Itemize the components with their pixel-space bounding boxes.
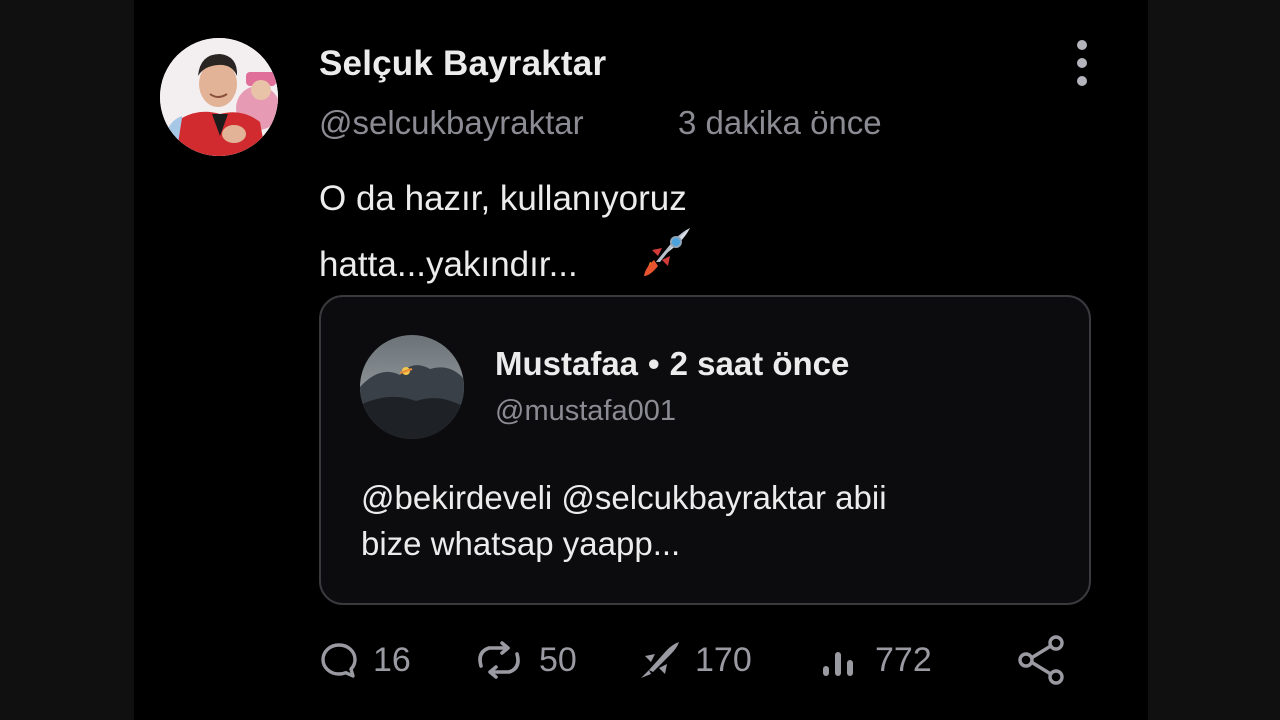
author-name[interactable]: Selçuk Bayraktar <box>319 44 606 84</box>
views-button[interactable]: 772 <box>819 632 932 688</box>
post: Selçuk Bayraktar @selcukbayraktar 3 daki… <box>134 0 1148 720</box>
more-vertical-icon-dot <box>1077 58 1087 68</box>
comment-button[interactable]: 16 <box>319 632 411 688</box>
header-separator: • <box>648 345 660 382</box>
post-timestamp: 3 dakika önce <box>678 104 882 141</box>
action-bar: 16 50 170 772 <box>319 632 1079 688</box>
quoted-author-handle[interactable]: @mustafa001 <box>495 395 676 428</box>
rocket-icon <box>641 642 679 678</box>
quoted-post-timestamp: 2 saat önce <box>669 345 850 382</box>
more-options-button[interactable] <box>1070 38 1094 90</box>
views-icon <box>823 652 853 676</box>
repost-button[interactable]: 50 <box>473 632 577 688</box>
quoted-author-avatar[interactable] <box>360 335 464 439</box>
quoted-author-name[interactable]: Mustafaa <box>495 345 638 382</box>
quoted-avatar-image <box>360 335 464 439</box>
quoted-post-text: @bekirdeveli @selcukbayraktar abii bize … <box>361 479 887 562</box>
views-count: 772 <box>875 640 932 679</box>
more-vertical-icon-dot <box>1077 76 1087 86</box>
more-vertical-icon <box>1077 40 1087 50</box>
share-icon <box>1018 635 1064 685</box>
repost-icon <box>478 641 520 679</box>
post-text: O da hazır, kullanıyoruz hatta...yakındı… <box>319 179 687 284</box>
comment-icon <box>321 643 357 678</box>
quoted-post-header: Mustafaa • 2 saat önce <box>495 345 849 383</box>
repost-count: 50 <box>539 640 577 679</box>
rocket-like-count: 170 <box>695 640 752 679</box>
quoted-post-card[interactable]: Mustafaa • 2 saat önce @mustafa001 @bekird… <box>319 295 1091 605</box>
author-avatar[interactable] <box>160 38 278 156</box>
screen-frame: Selçuk Bayraktar @selcukbayraktar 3 daki… <box>0 0 1280 720</box>
author-handle[interactable]: @selcukbayraktar <box>319 104 584 142</box>
comment-count: 16 <box>373 640 411 679</box>
author-avatar-image <box>160 38 278 156</box>
rocket-like-button[interactable]: 170 <box>639 632 752 688</box>
rocket-emoji-icon <box>640 226 692 278</box>
share-button[interactable] <box>1014 632 1070 688</box>
